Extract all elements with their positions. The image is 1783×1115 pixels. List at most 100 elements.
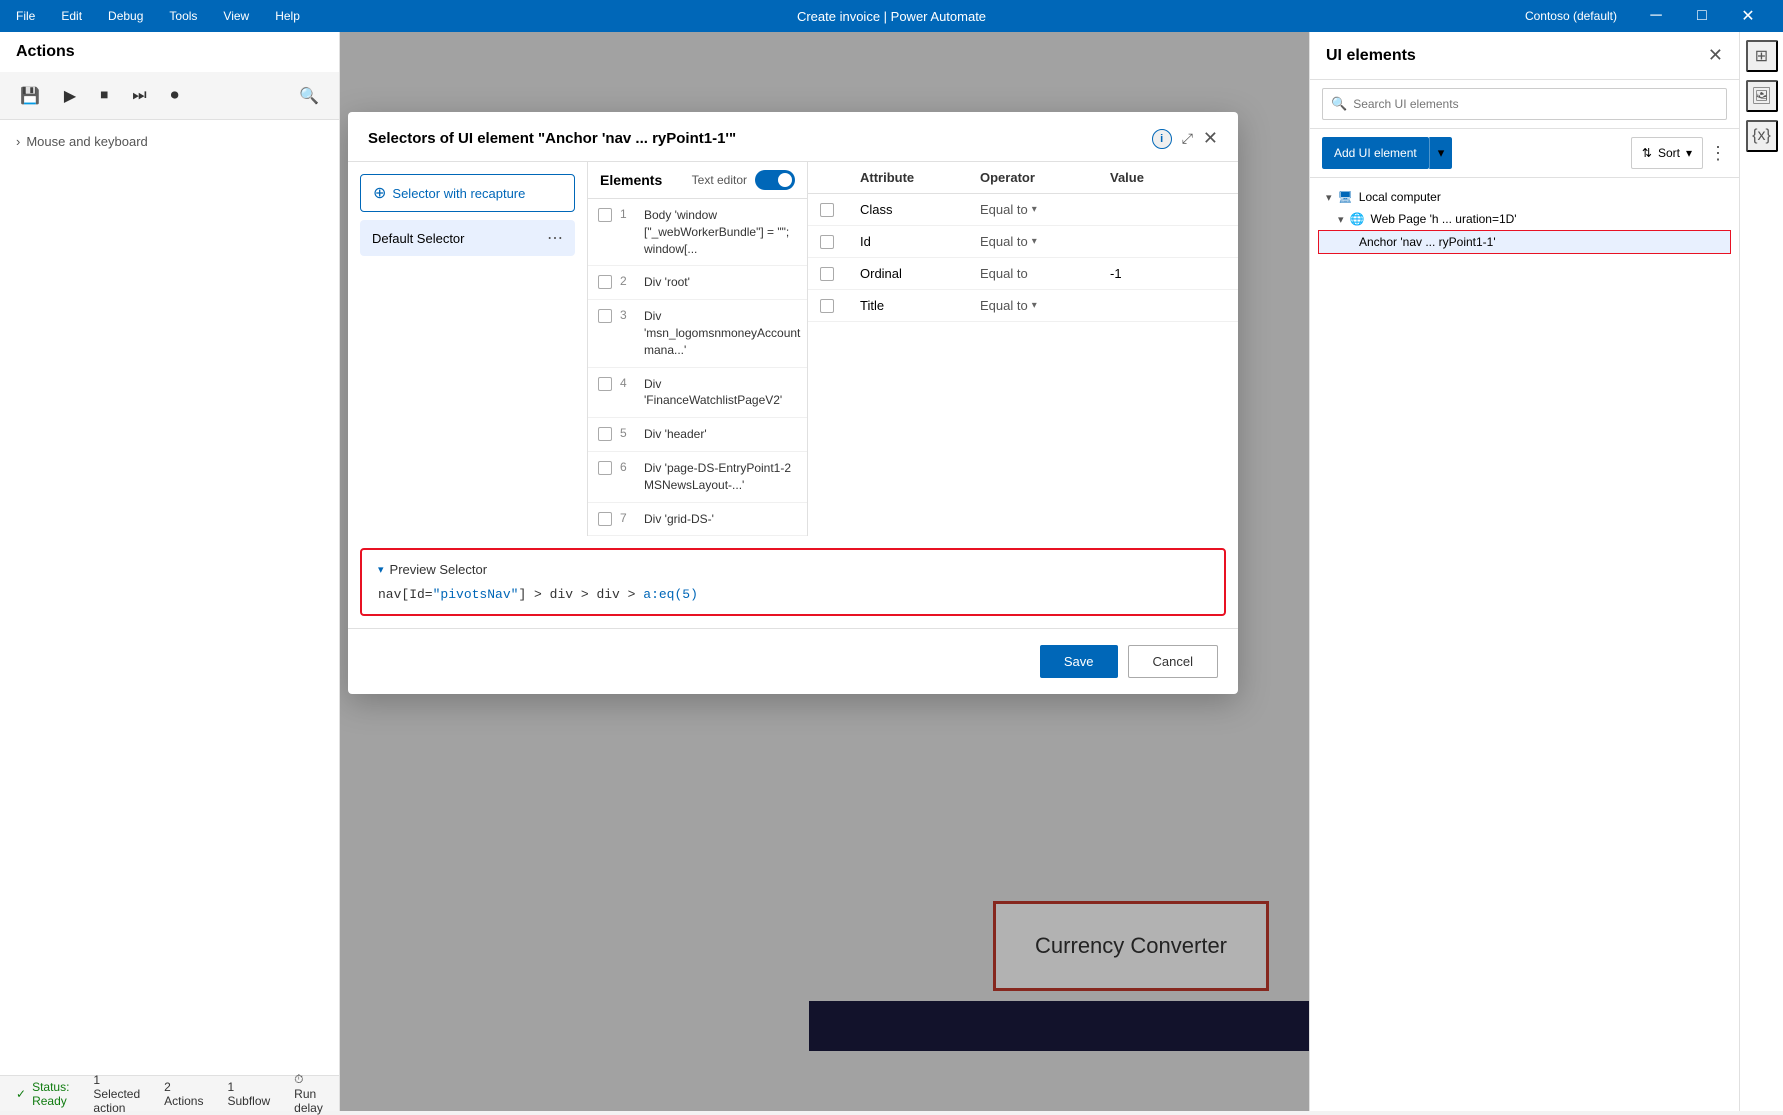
element-checkbox[interactable] <box>598 275 612 289</box>
status-text: Status: Ready <box>32 1080 69 1108</box>
stop-button[interactable]: ⏹ <box>92 83 116 109</box>
window-controls: ─ □ ✕ <box>1633 0 1771 32</box>
sort-button[interactable]: ⇅ Sort ▾ <box>1631 137 1703 169</box>
element-list-item[interactable]: 3 Div 'msn_logomsnmoneyAccount mana...' <box>588 300 807 367</box>
preview-selector-header[interactable]: ▾ Preview Selector <box>378 562 1208 577</box>
element-checkbox[interactable] <box>598 427 612 441</box>
search-toolbar-button[interactable]: 🔍 <box>291 82 327 110</box>
default-selector-item[interactable]: Default Selector ⋯ <box>360 220 575 256</box>
attribute-col-header: Attribute <box>860 170 980 185</box>
ui-tree: ▾ 🖥 Local computer ▾ 🌐 Web Page 'h ... u… <box>1310 178 1739 1111</box>
chevron-down-web-icon: ▾ <box>1338 213 1344 226</box>
attr-operator[interactable]: Equal to ▾ <box>980 298 1110 313</box>
element-list-item[interactable]: 4 Div 'FinanceWatchlistPageV2' <box>588 368 807 419</box>
chevron-right-icon: › <box>16 134 20 149</box>
menu-file[interactable]: File <box>12 7 39 25</box>
step-button[interactable]: ⏭ <box>124 83 154 109</box>
attr-name: Ordinal <box>860 266 980 281</box>
modal-title: Selectors of UI element "Anchor 'nav ...… <box>368 130 1142 147</box>
app-title: Create invoice | Power Automate <box>797 9 986 24</box>
element-list-item[interactable]: 1 Body 'window ["_webWorkerBundle"] = ""… <box>588 199 807 266</box>
element-list-item[interactable]: 2 Div 'root' <box>588 266 807 300</box>
text-editor-label: Text editor <box>692 173 747 187</box>
text-editor-toggle[interactable] <box>755 170 795 190</box>
save-toolbar-button[interactable]: 💾 <box>12 82 48 110</box>
anchor-item[interactable]: Anchor 'nav ... ryPoint1-1' <box>1318 230 1731 254</box>
attr-checkbox[interactable] <box>820 235 834 249</box>
attribute-row[interactable]: Id Equal to ▾ <box>808 226 1238 258</box>
search-input[interactable] <box>1353 97 1718 111</box>
element-list-item[interactable]: 6 Div 'page-DS-EntryPoint1-2 MSNewsLayou… <box>588 452 807 503</box>
element-checkbox[interactable] <box>598 208 612 222</box>
selected-action-text: 1 Selected action <box>93 1073 140 1115</box>
attr-name: Class <box>860 202 980 217</box>
attribute-row[interactable]: Title Equal to ▾ <box>808 290 1238 322</box>
add-ui-element-dropdown[interactable]: ▾ <box>1429 137 1453 169</box>
maximize-button[interactable]: □ <box>1679 0 1725 32</box>
layers-icon-button[interactable]: ⊞ <box>1746 40 1778 72</box>
minimize-button[interactable]: ─ <box>1633 0 1679 32</box>
more-options-button[interactable]: ⋮ <box>1709 143 1727 164</box>
operator-text: Equal to <box>980 298 1028 313</box>
attr-operator[interactable]: Equal to ▾ <box>980 202 1110 217</box>
code-nav: nav[Id= <box>378 587 433 602</box>
element-checkbox[interactable] <box>598 309 612 323</box>
modal-expand-button[interactable]: ⤢ <box>1182 130 1193 147</box>
ui-elements-close-button[interactable]: ✕ <box>1708 45 1723 66</box>
attr-operator[interactable]: Equal to <box>980 266 1110 281</box>
attribute-row[interactable]: Class Equal to ▾ <box>808 194 1238 226</box>
chevron-down-preview-icon: ▾ <box>378 563 384 576</box>
add-ui-element-button[interactable]: Add UI element <box>1322 137 1429 169</box>
modal-info-button[interactable]: i <box>1152 129 1172 149</box>
preview-selector-code: nav[Id="pivotsNav"] > div > div > a:eq(5… <box>378 587 1208 602</box>
title-bar-right: Contoso (default) ─ □ ✕ <box>1525 0 1771 32</box>
element-text: Body 'window ["_webWorkerBundle"] = ""; … <box>644 207 797 257</box>
menu-view[interactable]: View <box>219 7 253 25</box>
variables-icon-button[interactable]: {x} <box>1746 120 1778 152</box>
sort-controls: ⇅ Sort ▾ ⋮ <box>1631 137 1727 169</box>
menu-tools[interactable]: Tools <box>165 7 201 25</box>
attr-value: -1 <box>1110 266 1226 281</box>
menu-edit[interactable]: Edit <box>57 7 86 25</box>
menu-debug[interactable]: Debug <box>104 7 147 25</box>
element-text: Div 'header' <box>644 426 707 443</box>
search-box[interactable]: 🔍 <box>1322 88 1727 120</box>
attr-checkbox[interactable] <box>820 203 834 217</box>
selector-more-button[interactable]: ⋯ <box>547 228 563 248</box>
element-text: Div 'grid-DS-' <box>644 511 714 528</box>
element-checkbox[interactable] <box>598 512 612 526</box>
image-icon-button[interactable]: 🖼 <box>1746 80 1778 112</box>
preview-selector-label: Preview Selector <box>390 562 488 577</box>
record-button[interactable]: ⏺ <box>163 83 187 109</box>
selector-item-label: Default Selector <box>372 231 465 246</box>
selector-with-recapture-button[interactable]: ⊕ Selector with recapture <box>360 174 575 212</box>
main-layout: Actions 💾 ▶ ⏹ ⏭ ⏺ 🔍 › Mouse and keyboard… <box>0 32 1783 1111</box>
element-checkbox[interactable] <box>598 377 612 391</box>
web-page-item[interactable]: ▾ 🌐 Web Page 'h ... uration=1D' <box>1318 208 1731 230</box>
menu-help[interactable]: Help <box>271 7 304 25</box>
element-text: Div 'root' <box>644 274 690 291</box>
attr-checkbox[interactable] <box>820 299 834 313</box>
element-checkbox[interactable] <box>598 461 612 475</box>
local-computer-item[interactable]: ▾ 🖥 Local computer <box>1318 186 1731 208</box>
mouse-keyboard-section[interactable]: › Mouse and keyboard <box>8 128 331 155</box>
ui-elements-toolbar: 🔍 <box>1310 80 1739 129</box>
element-list-item[interactable]: 7 Div 'grid-DS-' <box>588 503 807 537</box>
element-number: 2 <box>620 274 636 288</box>
window-close-button[interactable]: ✕ <box>1725 0 1771 32</box>
modal-close-button[interactable]: ✕ <box>1203 128 1218 149</box>
value-col-header: Value <box>1110 170 1226 185</box>
attr-operator[interactable]: Equal to ▾ <box>980 234 1110 249</box>
text-editor-row: Text editor <box>692 170 795 190</box>
element-list-item[interactable]: 5 Div 'header' <box>588 418 807 452</box>
user-account[interactable]: Contoso (default) <box>1525 9 1617 23</box>
run-button[interactable]: ▶ <box>56 82 84 110</box>
attribute-row[interactable]: Ordinal Equal to -1 <box>808 258 1238 290</box>
chevron-down-icon: ▾ <box>1326 191 1332 204</box>
attr-checkbox[interactable] <box>820 267 834 281</box>
preview-selector-section: ▾ Preview Selector nav[Id="pivotsNav"] >… <box>360 548 1226 616</box>
save-button[interactable]: Save <box>1040 645 1118 678</box>
operator-chevron-icon: ▾ <box>1032 300 1037 311</box>
browser-preview: Currency Converter Selectors of UI eleme… <box>340 32 1309 1111</box>
cancel-button[interactable]: Cancel <box>1128 645 1218 678</box>
